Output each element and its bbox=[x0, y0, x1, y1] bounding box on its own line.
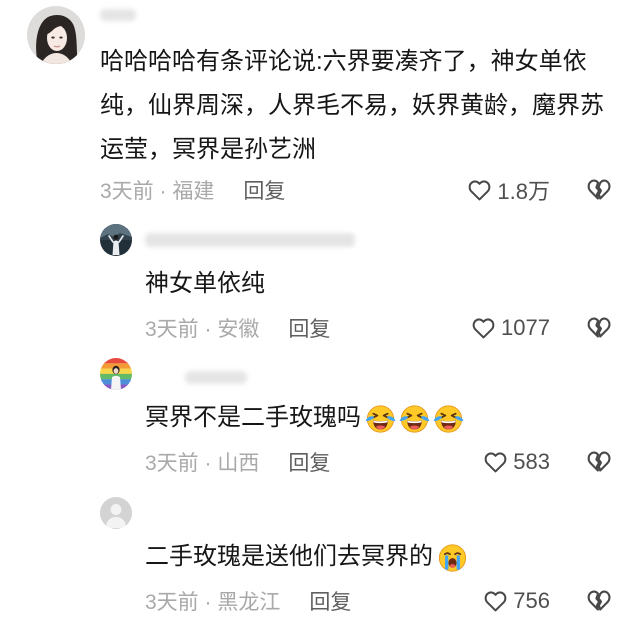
emoji-group bbox=[365, 403, 464, 434]
username-blurred[interactable] bbox=[145, 233, 355, 247]
comment-time-location: 3天前 · 福建 bbox=[100, 180, 215, 203]
like-button[interactable]: 756 bbox=[483, 586, 550, 616]
reply-time-location: 3天前 · 安徽 bbox=[145, 318, 260, 341]
emoji-group bbox=[437, 542, 468, 573]
reply-text-line: 神女单依纯 bbox=[145, 262, 269, 306]
reply-time-location: 3天前 · 山西 bbox=[145, 452, 260, 475]
comment-text: 哈哈哈哈有条评论说:六界要凑齐了，神女单依纯，仙界周深，人界毛不易，妖界黄龄，魔… bbox=[100, 48, 604, 163]
avatar-image bbox=[100, 224, 132, 256]
reply-text: 二手玫瑰是送他们去冥界的 bbox=[145, 543, 433, 570]
broken-heart-icon bbox=[586, 315, 612, 341]
like-button[interactable]: 1077 bbox=[471, 313, 550, 343]
reply-time-location: 3天前 · 黑龙江 bbox=[145, 591, 281, 614]
dislike-button[interactable] bbox=[586, 586, 612, 616]
reply-meta-row: 3天前 · 安徽 回复 bbox=[145, 313, 330, 343]
dislike-button[interactable] bbox=[586, 447, 612, 477]
heart-icon bbox=[483, 589, 508, 614]
dislike-button[interactable] bbox=[586, 313, 612, 343]
laugh-cry-emoji-icon bbox=[433, 403, 464, 434]
loud-crying-emoji-icon bbox=[437, 542, 468, 573]
replier-avatar[interactable] bbox=[100, 224, 132, 256]
comment-meta-row: 3天前 · 福建 回复 bbox=[100, 175, 285, 205]
like-count: 756 bbox=[513, 588, 550, 613]
reply-text: 冥界不是二手玫瑰吗 bbox=[145, 404, 361, 431]
reply-meta-row: 3天前 · 山西 回复 bbox=[145, 447, 330, 477]
username-blurred[interactable] bbox=[100, 9, 136, 21]
broken-heart-icon bbox=[586, 177, 612, 203]
reply-item: 神女单依纯 3天前 · 安徽 回复 1077 bbox=[0, 224, 640, 344]
dislike-button[interactable] bbox=[586, 175, 612, 205]
heart-icon bbox=[467, 178, 492, 203]
reply-text: 神女单依纯 bbox=[145, 270, 265, 297]
heart-icon bbox=[471, 316, 496, 341]
avatar-image bbox=[100, 358, 132, 390]
username-blurred[interactable] bbox=[185, 371, 247, 384]
reply-button[interactable]: 回复 bbox=[309, 586, 351, 616]
laugh-cry-emoji-icon bbox=[365, 403, 396, 434]
broken-heart-icon bbox=[586, 449, 612, 475]
reply-button[interactable]: 回复 bbox=[243, 175, 285, 205]
like-count: 1077 bbox=[501, 315, 550, 340]
reply-meta-row: 3天前 · 黑龙江 回复 bbox=[145, 586, 351, 616]
like-count: 1.8万 bbox=[497, 179, 550, 204]
default-avatar[interactable] bbox=[100, 497, 132, 529]
like-count: 583 bbox=[513, 449, 550, 474]
commenter-avatar[interactable] bbox=[27, 6, 85, 64]
reply-text-line: 二手玫瑰是送他们去冥界的 bbox=[145, 535, 468, 579]
laugh-cry-emoji-icon bbox=[399, 403, 430, 434]
reply-text-line: 冥界不是二手玫瑰吗 bbox=[145, 396, 464, 440]
heart-icon bbox=[483, 450, 508, 475]
replier-avatar[interactable] bbox=[100, 358, 132, 390]
avatar-image bbox=[100, 497, 132, 529]
avatar-image bbox=[27, 6, 85, 64]
reply-button[interactable]: 回复 bbox=[288, 313, 330, 343]
reply-button[interactable]: 回复 bbox=[288, 447, 330, 477]
like-button[interactable]: 583 bbox=[483, 447, 550, 477]
like-button[interactable]: 1.8万 bbox=[467, 175, 550, 205]
reply-item: 冥界不是二手玫瑰吗 3天前 · 山西 回复 583 bbox=[0, 358, 640, 478]
reply-item: 二手玫瑰是送他们去冥界的 3天前 · 黑龙江 回复 756 bbox=[0, 497, 640, 617]
comment-thread: 哈哈哈哈有条评论说:六界要凑齐了，神女单依纯，仙界周深，人界毛不易，妖界黄龄，魔… bbox=[0, 0, 640, 626]
broken-heart-icon bbox=[586, 588, 612, 614]
